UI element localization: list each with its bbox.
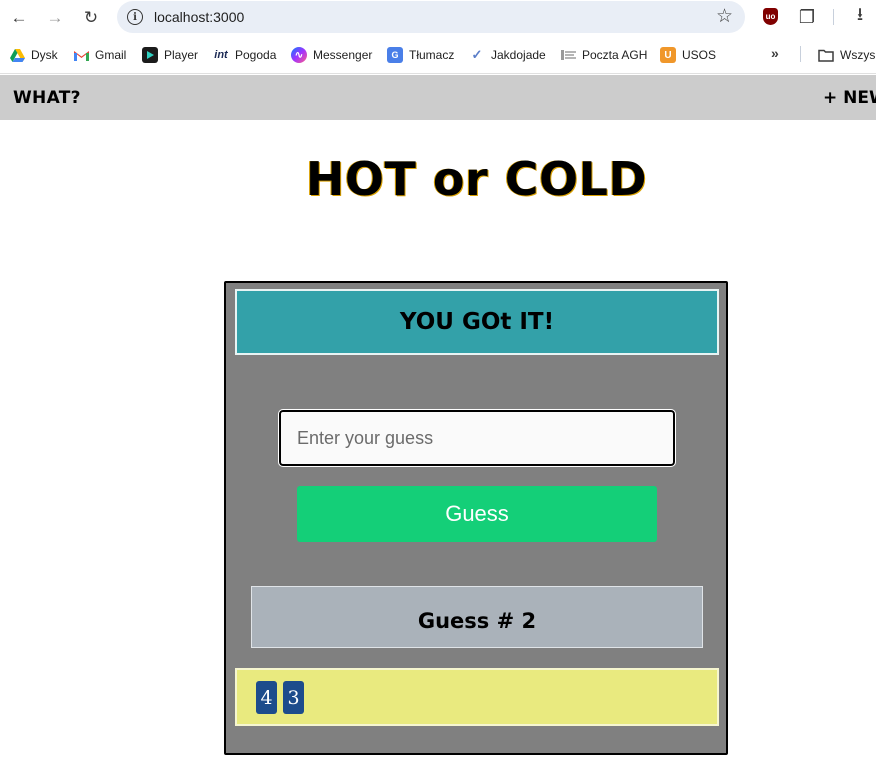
guess-button[interactable]: Guess xyxy=(297,486,657,542)
mail-icon xyxy=(560,47,576,63)
url-text[interactable]: localhost:3000 xyxy=(154,9,244,25)
guess-count: Guess # 2 xyxy=(251,586,703,648)
what-link[interactable]: WHAT? xyxy=(13,88,81,108)
bookmark-poczta-agh[interactable]: Poczta AGH xyxy=(560,46,647,64)
extensions-icon[interactable]: ❐ xyxy=(796,6,818,28)
address-bar[interactable]: i localhost:3000 ☆ xyxy=(117,1,745,33)
back-icon[interactable]: ← xyxy=(7,6,31,30)
bookmarks-bar: Dysk Gmail Player int Pogoda ∿ Messenger… xyxy=(0,36,876,74)
bookmark-tlumacz[interactable]: G Tłumacz xyxy=(387,46,454,64)
bookmark-jakdojade[interactable]: ✓ Jakdojade xyxy=(469,46,546,64)
bookmark-label: Player xyxy=(164,48,199,62)
usos-icon: U xyxy=(660,47,676,63)
game-panel: YOU GOt IT! Guess Guess # 2 4 3 xyxy=(224,281,728,755)
bookmark-label: Pogoda xyxy=(235,48,277,62)
guess-history: 4 3 xyxy=(235,668,719,726)
bookmark-gmail[interactable]: Gmail xyxy=(73,46,126,64)
reload-icon[interactable]: ↻ xyxy=(79,6,103,30)
bookmark-label: USOS xyxy=(682,48,717,62)
bookmark-star-icon[interactable]: ☆ xyxy=(716,5,733,28)
guess-history-item: 3 xyxy=(283,681,304,714)
bookmark-usos[interactable]: U USOS xyxy=(660,46,716,64)
bookmark-pogoda[interactable]: int Pogoda xyxy=(213,46,276,64)
messenger-icon: ∿ xyxy=(291,47,307,63)
bookmark-label: Tłumacz xyxy=(409,48,455,62)
download-icon[interactable]: ⭳ xyxy=(849,4,871,28)
bookmark-messenger[interactable]: ∿ Messenger xyxy=(291,46,372,64)
weather-icon: int xyxy=(214,49,228,61)
bookmark-label: Gmail xyxy=(95,48,127,62)
browser-toolbar: ← → ↻ i localhost:3000 ☆ uo ❐ ⭳ xyxy=(0,0,876,36)
page-title: HOT or COLD xyxy=(305,152,648,206)
bookmarks-divider xyxy=(800,46,801,62)
new-game-link[interactable]: + NEW xyxy=(823,88,876,108)
bookmark-dysk[interactable]: Dysk xyxy=(9,46,58,64)
bookmark-folder[interactable]: Wszys xyxy=(818,46,875,64)
bookmark-label: Messenger xyxy=(313,48,373,62)
forward-icon[interactable]: → xyxy=(43,6,67,30)
feedback-banner: YOU GOt IT! xyxy=(235,289,719,355)
jakdojade-icon: ✓ xyxy=(471,47,483,62)
guess-history-item: 4 xyxy=(256,681,277,714)
bookmarks-overflow-icon[interactable]: » xyxy=(771,45,779,61)
app-header: WHAT? + NEW xyxy=(0,75,876,120)
translate-icon: G xyxy=(387,47,403,63)
player-icon xyxy=(142,47,158,63)
bookmark-label: Poczta AGH xyxy=(582,48,648,62)
toolbar-divider xyxy=(833,9,834,25)
bookmark-label: Jakdojade xyxy=(491,48,546,62)
ublock-icon[interactable]: uo xyxy=(763,8,778,25)
bookmark-label: Dysk xyxy=(31,48,58,62)
folder-icon xyxy=(818,47,834,63)
bookmark-label: Wszys xyxy=(840,48,876,62)
google-drive-icon xyxy=(9,47,25,63)
bookmark-player[interactable]: Player xyxy=(142,46,198,64)
guess-input[interactable] xyxy=(278,409,676,467)
gmail-icon xyxy=(73,47,89,63)
site-info-icon[interactable]: i xyxy=(127,9,143,25)
